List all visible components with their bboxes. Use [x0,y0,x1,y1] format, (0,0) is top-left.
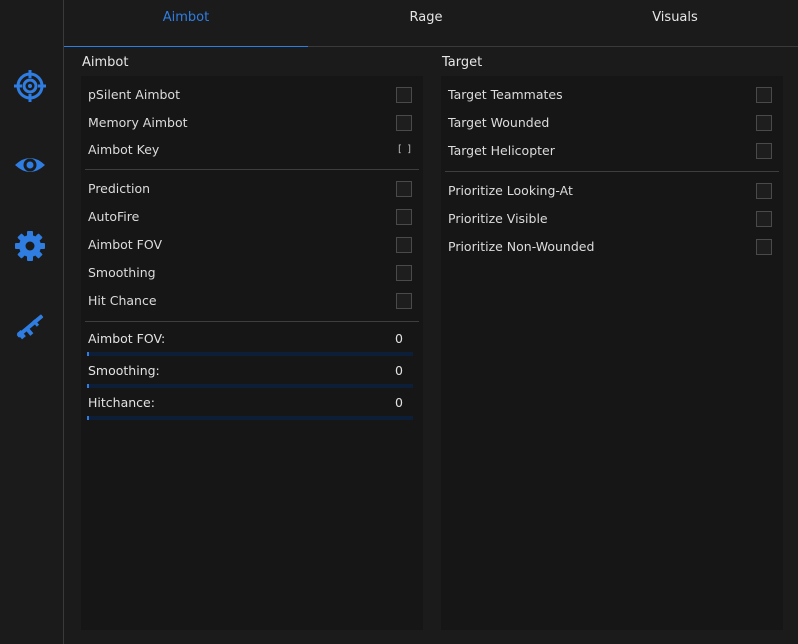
tab-rage[interactable]: Rage [308,0,544,46]
option-label: AutoFire [88,209,140,224]
option-target-teammates[interactable]: Target Teammates [448,85,563,105]
divider [445,171,779,172]
memory-aimbot-checkbox[interactable] [396,115,412,131]
smoothing-checkbox[interactable] [396,265,412,281]
smoothing-slider-value: 0 [395,363,403,378]
sidebar [0,0,64,644]
autofire-checkbox[interactable] [396,209,412,225]
aimbot-panel: pSilent Aimbot Memory Aimbot Aimbot Key … [81,76,423,630]
hitchance-slider-label: Hitchance: [88,395,155,410]
option-prioritize-non-wounded[interactable]: Prioritize Non-Wounded [448,237,594,257]
divider [85,169,419,170]
slider-fill [87,352,89,356]
aimbot-fov-slider[interactable] [87,352,413,356]
smoothing-slider-label: Smoothing: [88,363,160,378]
aimbot-fov-slider-label: Aimbot FOV: [88,331,166,346]
option-memory-aimbot[interactable]: Memory Aimbot [88,113,188,133]
option-label: Prioritize Visible [448,211,548,226]
option-prediction[interactable]: Prediction [88,179,150,199]
hitchance-slider-value: 0 [395,395,403,410]
option-prioritize-visible[interactable]: Prioritize Visible [448,209,548,229]
option-label: pSilent Aimbot [88,87,180,102]
tab-aimbot[interactable]: Aimbot [64,0,308,47]
option-prioritize-looking-at[interactable]: Prioritize Looking-At [448,181,573,201]
hit-chance-checkbox[interactable] [396,293,412,309]
prioritize-non-wounded-checkbox[interactable] [756,239,772,255]
option-target-wounded[interactable]: Target Wounded [448,113,549,133]
option-label: Smoothing [88,265,156,280]
option-label: Prioritize Non-Wounded [448,239,595,254]
option-label: Memory Aimbot [88,115,188,130]
option-smoothing[interactable]: Smoothing [88,263,156,283]
option-label: Prioritize Looking-At [448,183,573,198]
crosshair-icon[interactable] [12,68,48,104]
tab-bar: Aimbot Rage Visuals [64,0,798,47]
option-label: Target Teammates [448,87,563,102]
slider-fill [87,416,89,420]
tab-rage-label: Rage [409,10,443,25]
tab-visuals[interactable]: Visuals [544,0,798,46]
psilent-aimbot-checkbox[interactable] [396,87,412,103]
aimbot-fov-checkbox[interactable] [396,237,412,253]
gear-icon[interactable] [12,228,48,264]
tab-visuals-label: Visuals [652,10,698,25]
target-helicopter-checkbox[interactable] [756,143,772,159]
option-label: Aimbot Key [88,142,160,157]
option-label: Target Helicopter [448,143,555,158]
target-section-title: Target [442,55,483,70]
option-psilent-aimbot[interactable]: pSilent Aimbot [88,85,180,105]
option-aimbot-key[interactable]: Aimbot Key [88,140,159,160]
option-label: Target Wounded [448,115,550,130]
target-wounded-checkbox[interactable] [756,115,772,131]
hitchance-slider[interactable] [87,416,413,420]
eye-icon[interactable] [12,147,48,183]
target-panel: Target Teammates Target Wounded Target H… [441,76,783,630]
option-label: Aimbot FOV [88,237,163,252]
aimbot-keybind[interactable]: [ ] [398,144,412,155]
target-teammates-checkbox[interactable] [756,87,772,103]
option-label: Prediction [88,181,151,196]
rifle-icon[interactable] [12,308,48,344]
aimbot-fov-slider-value: 0 [395,331,403,346]
slider-fill [87,384,89,388]
prioritize-looking-at-checkbox[interactable] [756,183,772,199]
prediction-checkbox[interactable] [396,181,412,197]
tab-aimbot-label: Aimbot [162,10,210,25]
option-hit-chance[interactable]: Hit Chance [88,291,157,311]
option-aimbot-fov[interactable]: Aimbot FOV [88,235,162,255]
divider [85,321,419,322]
active-tab-indicator [64,46,308,47]
option-target-helicopter[interactable]: Target Helicopter [448,141,555,161]
prioritize-visible-checkbox[interactable] [756,211,772,227]
smoothing-slider[interactable] [87,384,413,388]
aimbot-section-title: Aimbot [82,55,129,70]
option-autofire[interactable]: AutoFire [88,207,139,227]
option-label: Hit Chance [88,293,157,308]
